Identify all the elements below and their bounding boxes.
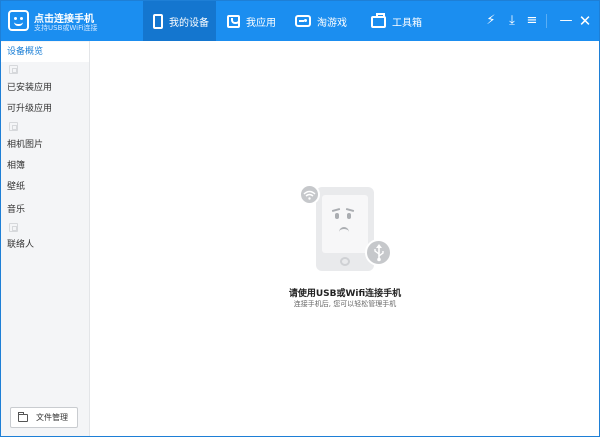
sidebar-item-device-overview[interactable]: 设备概览: [1, 42, 89, 62]
placeholder-icon: [9, 65, 18, 74]
file-manager-button[interactable]: 文件管理: [10, 407, 78, 428]
placeholder-icon: [9, 122, 18, 131]
minimize-button[interactable]: —: [558, 12, 574, 30]
tab-label: 淘游戏: [317, 17, 347, 29]
disconnected-phone-illustration: [299, 184, 399, 274]
folder-icon: [18, 411, 28, 422]
toolbox-icon: [371, 13, 386, 28]
sidebar-item-wallpaper[interactable]: 壁纸: [1, 177, 89, 197]
download-icon[interactable]: ⤓: [504, 12, 520, 30]
bolt-icon[interactable]: ⚡: [483, 12, 499, 30]
close-button[interactable]: ✕: [577, 12, 593, 30]
tab-games[interactable]: 淘游戏: [291, 1, 361, 41]
sidebar-item-music[interactable]: 音乐: [1, 200, 89, 220]
usb-icon: [365, 239, 392, 266]
file-manager-label: 文件管理: [36, 413, 68, 422]
main-content: 请使用USB或Wifi连接手机 连接手机后, 您可以轻松管理手机: [91, 41, 599, 436]
sidebar-item-camera-photos[interactable]: 相机图片: [1, 135, 89, 155]
shopping-bag-icon: [227, 14, 240, 28]
control-divider: [546, 14, 547, 28]
sidebar-item-installed-apps[interactable]: 已安装应用: [1, 78, 89, 98]
sidebar-item-contacts[interactable]: 联络人: [1, 235, 89, 255]
home-button-icon: [340, 257, 350, 266]
app-logo-icon[interactable]: [8, 10, 29, 31]
app-window: 点击连接手机 支持USB或WiFi连接 我的设备 我应用 淘游戏 工具箱 ⚡ ⤓…: [0, 0, 600, 437]
top-bar: 点击连接手机 支持USB或WiFi连接 我的设备 我应用 淘游戏 工具箱 ⚡ ⤓…: [1, 1, 599, 41]
tab-my-device[interactable]: 我的设备: [143, 1, 216, 41]
tab-label: 我应用: [246, 17, 276, 29]
tab-my-apps[interactable]: 我应用: [223, 1, 283, 41]
sidebar-item-upgradable-apps[interactable]: 可升级应用: [1, 99, 89, 119]
tab-label: 工具箱: [392, 17, 422, 29]
empty-state-title: 请使用USB或Wifi连接手机: [288, 289, 402, 299]
phone-icon: [153, 13, 163, 29]
tab-toolbox[interactable]: 工具箱: [367, 1, 437, 41]
placeholder-icon: [9, 223, 18, 232]
menu-icon[interactable]: ≡: [524, 12, 540, 30]
sidebar: 设备概览 已安装应用 可升级应用 相机图片 相簿 壁纸 音乐 联络人 文件管理: [1, 41, 90, 436]
sidebar-item-albums[interactable]: 相簿: [1, 156, 89, 176]
tab-label: 我的设备: [169, 17, 209, 29]
wifi-icon: [299, 184, 320, 205]
phone-screen: [322, 195, 368, 253]
connect-phone-subtitle: 支持USB或WiFi连接: [34, 24, 98, 32]
gamepad-icon: [295, 15, 311, 27]
empty-state-subtitle: 连接手机后, 您可以轻松管理手机: [293, 300, 397, 308]
